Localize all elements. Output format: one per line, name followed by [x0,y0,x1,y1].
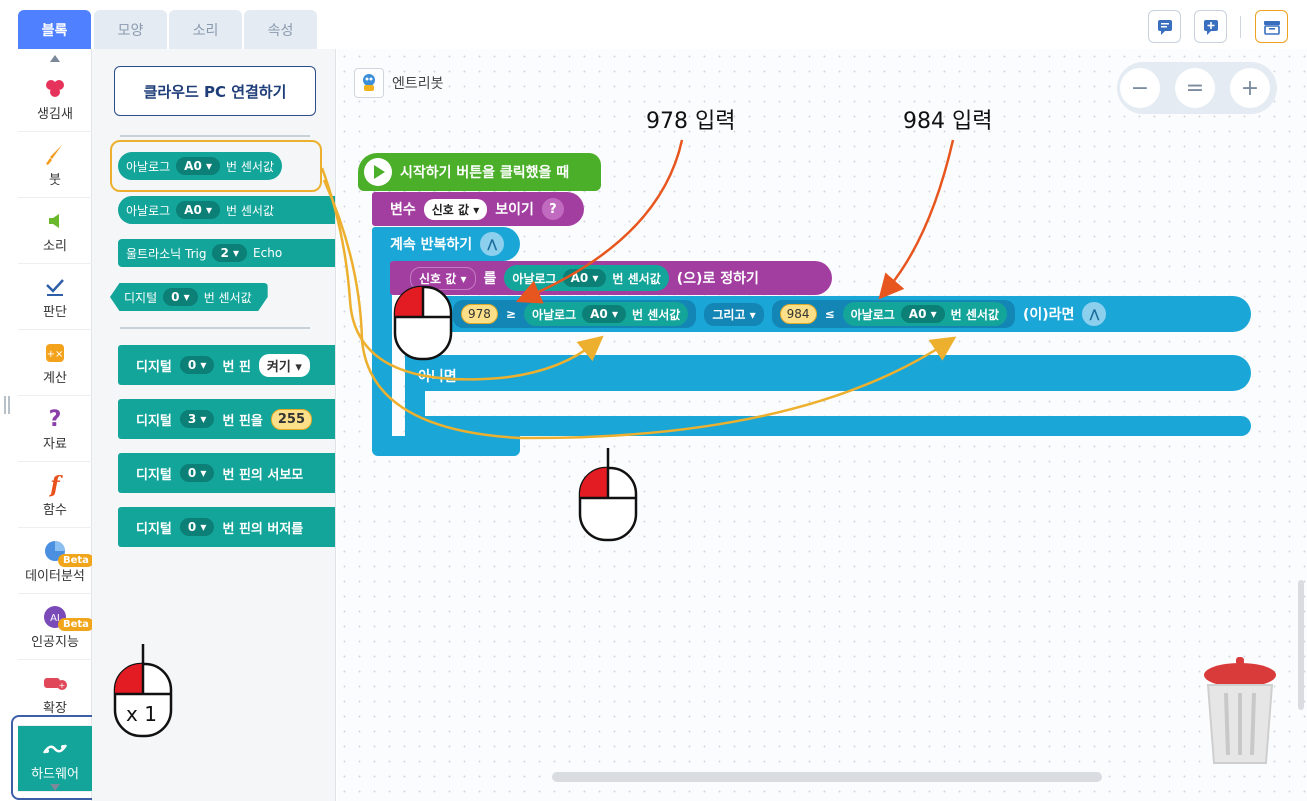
left-click-mouse-icon [393,285,453,361]
trash-icon[interactable] [1200,655,1280,767]
horizontal-scrollbar[interactable] [552,772,1102,782]
left-click-mouse-icon [578,448,638,542]
vertical-scrollbar[interactable] [1298,580,1304,710]
click-count-label: x 1 [126,702,157,726]
annotation-arrows [320,139,957,440]
